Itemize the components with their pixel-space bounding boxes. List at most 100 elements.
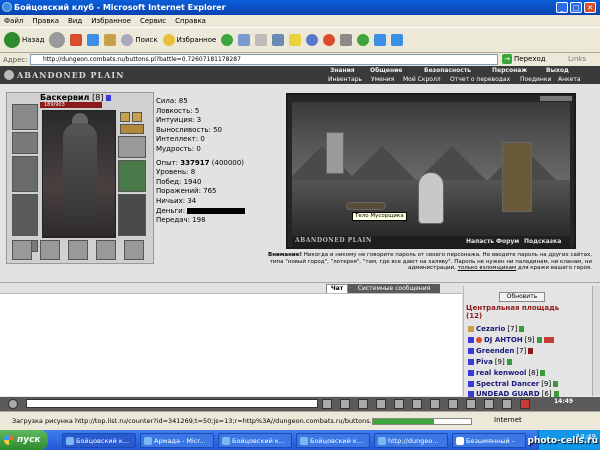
sound-icon[interactable] — [412, 399, 422, 409]
subnav-battles[interactable]: Поединки — [520, 76, 551, 83]
weapon-slot[interactable] — [12, 156, 38, 192]
nav-knowledge[interactable]: Знания — [330, 67, 355, 74]
help-icon[interactable] — [502, 399, 512, 409]
user-row[interactable]: Cezario [7] — [468, 325, 525, 333]
bottom-slot-4[interactable] — [96, 240, 116, 260]
helmet-slot[interactable] — [12, 104, 38, 130]
address-input[interactable]: http://dungeon.combats.ru/buttons.pl?bat… — [30, 54, 498, 65]
ring-slot-2[interactable] — [132, 112, 142, 122]
network-icon[interactable] — [391, 34, 404, 46]
user-name[interactable]: DJ AHTOH — [484, 336, 523, 344]
favorites-button[interactable]: Избранное — [162, 34, 216, 46]
bottom-slot-1[interactable] — [12, 240, 32, 260]
character-figure[interactable] — [42, 110, 116, 238]
shield-slot[interactable] — [118, 160, 146, 192]
home-icon[interactable] — [104, 34, 117, 46]
amulet-slot[interactable] — [120, 124, 144, 134]
gloves-slot[interactable] — [118, 136, 146, 158]
armor-slot[interactable] — [12, 194, 38, 236]
window-icon[interactable] — [374, 34, 387, 46]
info-icon[interactable] — [553, 381, 559, 387]
character-name[interactable]: Баскервил [8] — [40, 93, 112, 102]
chat-messages[interactable] — [0, 293, 462, 396]
user-row[interactable]: Greenden [7] — [468, 347, 534, 355]
menu-view[interactable]: Вид — [68, 17, 82, 25]
bottom-slot-2[interactable] — [40, 240, 60, 260]
user-action-icon[interactable] — [468, 381, 474, 387]
tab-chat[interactable]: Чат — [326, 284, 348, 293]
info-icon[interactable] — [528, 348, 534, 354]
scroll-icon[interactable] — [394, 399, 404, 409]
user-name[interactable]: real kenwool — [476, 369, 526, 377]
nav-exit[interactable]: Выход — [546, 67, 569, 74]
send-icon[interactable] — [322, 399, 332, 409]
translit-icon[interactable] — [376, 399, 386, 409]
friends-icon[interactable] — [430, 399, 440, 409]
messenger-icon[interactable] — [289, 34, 302, 46]
menu-help[interactable]: Справка — [175, 17, 206, 25]
nav-communication[interactable]: Общение — [370, 67, 402, 74]
info-icon[interactable] — [519, 326, 525, 332]
history-icon[interactable] — [221, 34, 234, 46]
clear-icon[interactable] — [340, 399, 350, 409]
settings-icon[interactable] — [484, 399, 494, 409]
taskbar-item[interactable]: Армада - Micr... — [140, 433, 214, 448]
music-icon[interactable] — [466, 399, 476, 409]
user-row[interactable]: Spectral Dancer [9] — [468, 380, 559, 388]
info-icon[interactable] — [540, 370, 546, 376]
user-action-icon[interactable] — [468, 370, 474, 376]
white-portal[interactable] — [418, 172, 444, 224]
user-row[interactable]: real kenwool [8] — [468, 369, 546, 377]
info-icon[interactable] — [506, 359, 512, 365]
refresh-button[interactable]: Обновить — [499, 292, 545, 302]
go-button[interactable]: → Переход — [502, 54, 546, 64]
taskbar-item[interactable]: Бойцовский к... — [62, 433, 136, 448]
print-icon[interactable] — [255, 34, 268, 46]
user-action-icon[interactable] — [468, 359, 474, 365]
info-icon[interactable] — [536, 337, 542, 343]
sidebar-scrollbar[interactable] — [592, 286, 600, 396]
user-name[interactable]: Spectral Dancer — [476, 380, 539, 388]
refresh-icon[interactable] — [87, 34, 100, 46]
subnav-skills[interactable]: Умения — [371, 76, 394, 83]
minimize-button[interactable]: _ — [556, 2, 568, 13]
bottom-slot-3[interactable] — [68, 240, 88, 260]
smiley-icon[interactable] — [8, 399, 18, 409]
chat-input[interactable] — [26, 399, 318, 408]
subnav-inventory[interactable]: Инвентарь — [328, 76, 362, 83]
bracers-slot[interactable] — [12, 132, 38, 154]
nav-security[interactable]: Безопасность — [424, 67, 471, 74]
menu-edit[interactable]: Правка — [32, 17, 59, 25]
forum-link[interactable]: Форум — [496, 238, 519, 245]
forward-arrow-icon[interactable] — [49, 32, 66, 48]
ring-slot-1[interactable] — [120, 112, 130, 122]
scene-view[interactable] — [292, 102, 570, 236]
menu-file[interactable]: Файл — [4, 17, 23, 25]
taskbar-item[interactable]: Бойцовский к... — [296, 433, 370, 448]
bottom-slot-5[interactable] — [124, 240, 144, 260]
subnav-profile[interactable]: Анкета — [558, 76, 581, 83]
boots-slot[interactable] — [118, 194, 146, 236]
user-name[interactable]: Cezario — [476, 325, 505, 333]
taskbar-item[interactable]: Безымянный - — [452, 433, 526, 448]
mail-icon[interactable] — [238, 34, 251, 46]
user-row[interactable]: Piva [9] — [468, 358, 512, 366]
user-name[interactable]: Piva — [476, 358, 493, 366]
menu-favorites[interactable]: Избранное — [91, 17, 131, 25]
alert-icon[interactable] — [520, 399, 530, 409]
start-button[interactable]: пуск — [0, 430, 48, 450]
help-icon[interactable] — [306, 34, 319, 46]
tools-icon[interactable] — [340, 34, 353, 46]
user-name[interactable]: Greenden — [476, 347, 514, 355]
user-action-icon[interactable] — [468, 337, 474, 343]
edit-icon[interactable] — [272, 34, 285, 46]
subnav-transfers-report[interactable]: Отчет о переводах — [450, 76, 510, 83]
menu-tools[interactable]: Сервис — [140, 17, 166, 25]
info-icon[interactable] — [106, 94, 112, 101]
warning-link[interactable]: только взломщикам — [458, 265, 517, 271]
back-button[interactable]: Назад — [4, 32, 44, 48]
close-button[interactable]: ✕ — [584, 2, 596, 13]
subnav-scroll[interactable]: Мой Скролл — [403, 76, 441, 83]
search-button[interactable]: Поиск — [121, 34, 158, 46]
taskbar-item[interactable]: Бойцовский к... — [218, 433, 292, 448]
